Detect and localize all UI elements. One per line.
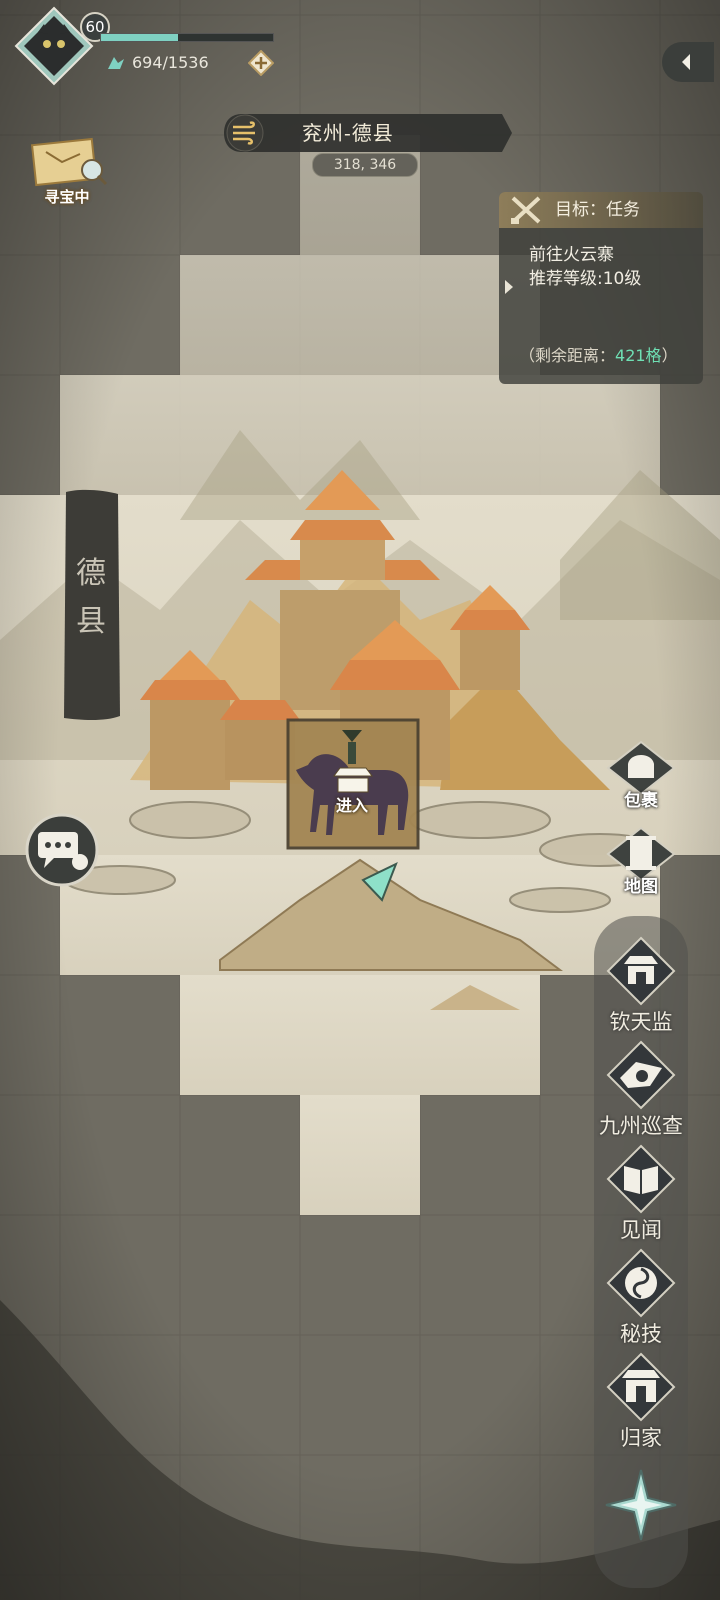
city-name: 德县 <box>60 550 122 646</box>
plus-icon <box>247 49 275 77</box>
chat-icon <box>25 813 99 887</box>
enter-city-button[interactable]: 进入 <box>326 792 378 816</box>
journal-label: 见闻 <box>620 1218 662 1242</box>
city-name-banner: 德县 <box>60 488 122 724</box>
quest-recommended-level: 推荐等级:10级 <box>529 269 642 289</box>
chat-button[interactable] <box>24 812 100 888</box>
stamina-readout: 694/1536 <box>106 50 209 74</box>
main-menu-button[interactable] <box>604 1468 678 1542</box>
add-stamina-button[interactable] <box>247 49 275 77</box>
player-avatar[interactable]: 60 <box>14 6 110 86</box>
quest-target: 前往火云寨 <box>529 245 614 265</box>
patrol-label: 九州巡查 <box>599 1114 683 1138</box>
crossed-swords-icon <box>511 196 541 224</box>
treasure-hunt-label: 寻宝中 <box>44 188 90 206</box>
treasure-map-icon <box>30 137 108 187</box>
go-home-label: 归家 <box>620 1426 662 1450</box>
stamina-value: 694/1536 <box>132 52 209 72</box>
observatory-label: 钦天监 <box>609 1010 673 1034</box>
treasure-hunt-button[interactable]: 寻宝中 <box>22 136 112 210</box>
collapse-panel-button[interactable] <box>662 42 714 82</box>
compass-star-icon <box>605 1469 677 1541</box>
book-icon <box>606 1144 676 1214</box>
coordinates: 318, 346 <box>312 153 418 177</box>
quest-header: 目标：任务 <box>499 192 703 228</box>
quest-distance: （剩余距离：421格） <box>519 342 678 366</box>
quest-title: 目标：任务 <box>555 200 640 220</box>
quest-panel[interactable]: 目标：任务 前往火云寨 推荐等级:10级 （剩余距离：421格） <box>499 192 703 384</box>
map-button[interactable]: 地图 <box>606 826 676 897</box>
stamina-bar-fill <box>101 34 179 41</box>
stamina-bar <box>100 33 274 42</box>
observatory-button[interactable] <box>606 936 676 1006</box>
go-home-button[interactable] <box>606 1352 676 1422</box>
quest-distance-value: 421格 <box>615 346 662 365</box>
patrol-button[interactable] <box>606 1040 676 1110</box>
map-label: 地图 <box>624 877 658 897</box>
secret-skill-label: 秘技 <box>620 1322 662 1346</box>
quest-expand-arrow-icon <box>505 280 513 294</box>
quest-distance-suffix: ） <box>661 346 678 365</box>
home-gate-icon <box>606 1352 676 1422</box>
journal-button[interactable] <box>606 1144 676 1214</box>
bag-label: 包裹 <box>624 791 658 811</box>
stamina-icon <box>108 57 124 69</box>
bag-button[interactable]: 包裹 <box>606 740 676 811</box>
secret-skill-button[interactable] <box>606 1248 676 1318</box>
location-bar[interactable]: 兖州-德县 <box>222 112 512 154</box>
swirl-icon <box>606 1248 676 1318</box>
location-name: 兖州-德县 <box>302 121 394 145</box>
wind-icon <box>233 121 255 145</box>
patrol-icon <box>606 1040 676 1110</box>
city-name-text: 德县 <box>76 556 106 639</box>
chevron-left-icon <box>682 54 690 70</box>
observatory-icon <box>606 936 676 1006</box>
quest-distance-prefix: （剩余距离： <box>519 346 616 365</box>
